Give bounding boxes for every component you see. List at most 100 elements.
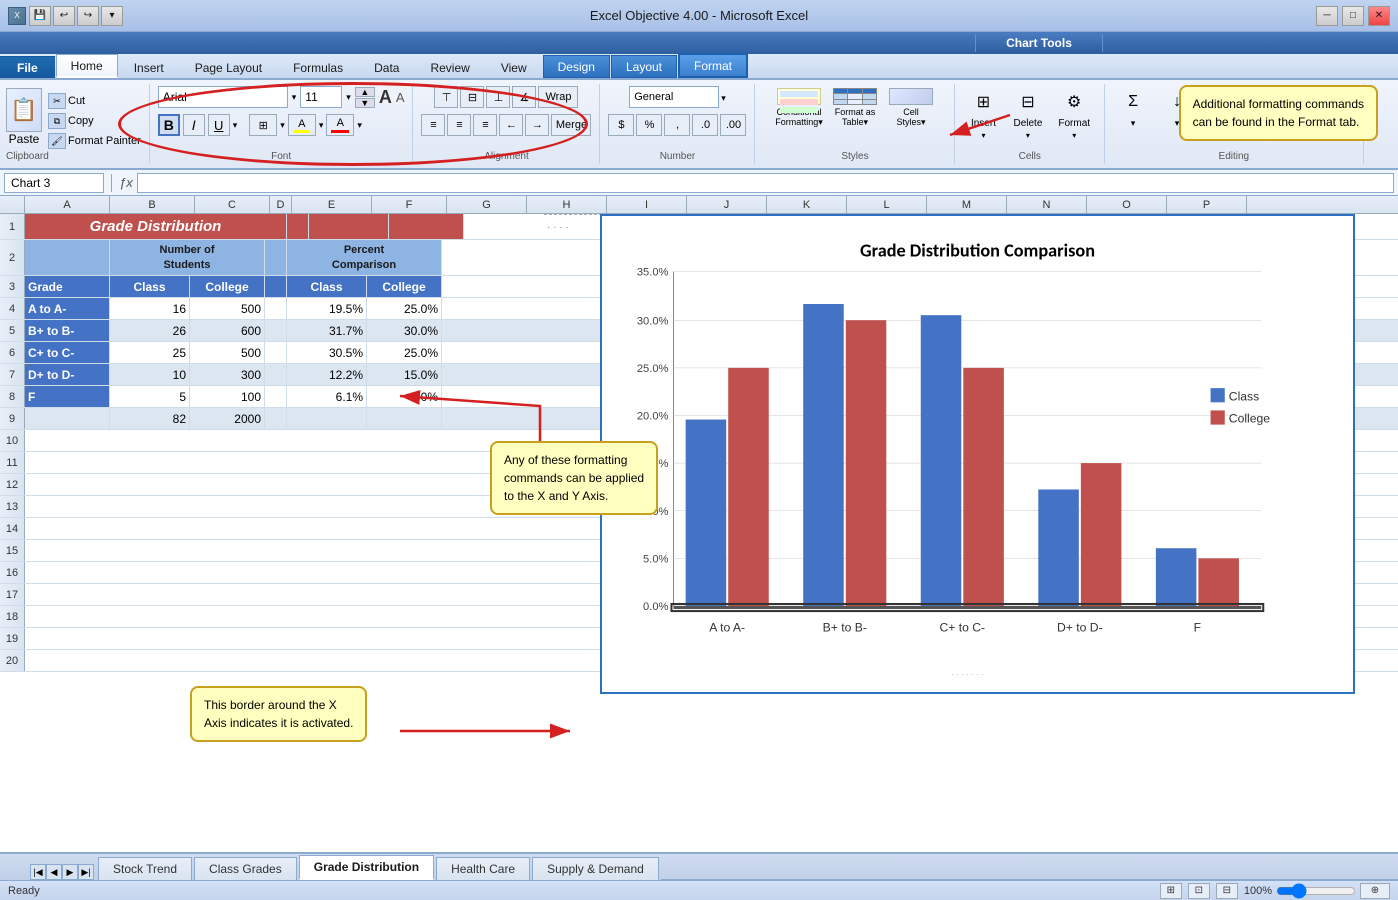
format-as-table-button[interactable]: Format asTable▾ xyxy=(830,86,880,130)
cell-b4[interactable]: 16 xyxy=(110,298,190,319)
cell-g6[interactable] xyxy=(442,342,522,363)
sheet-nav-first[interactable]: |◀ xyxy=(30,864,46,880)
row-header-13[interactable]: 13 xyxy=(0,496,25,517)
tab-data[interactable]: Data xyxy=(359,56,414,78)
cell-e2[interactable]: Percent Comparison xyxy=(287,240,442,275)
insert-cells-button[interactable]: ⊞ Insert ▾ xyxy=(963,86,1003,142)
cell-f9[interactable] xyxy=(367,408,442,429)
cell-f5[interactable]: 30.0% xyxy=(367,320,442,341)
format-cells-button[interactable]: ⚙ Format ▾ xyxy=(1052,86,1096,142)
page-break-view-btn[interactable]: ⊟ xyxy=(1216,883,1238,899)
align-top-btn[interactable]: ⊤ xyxy=(434,86,458,108)
col-header-l[interactable]: L xyxy=(847,196,927,213)
tab-page-layout[interactable]: Page Layout xyxy=(180,56,277,78)
italic-button[interactable]: I xyxy=(183,114,205,136)
zoom-button[interactable]: ⊕ xyxy=(1360,883,1390,899)
sum-button[interactable]: Σ ▾ xyxy=(1113,86,1153,131)
decrease-decimal-btn[interactable]: .00 xyxy=(720,114,746,136)
percent-btn[interactable]: % xyxy=(636,114,662,136)
font-color-button[interactable]: A xyxy=(326,114,354,136)
cell-d6[interactable] xyxy=(265,342,287,363)
cell-f7[interactable]: 15.0% xyxy=(367,364,442,385)
cell-c9[interactable]: 2000 xyxy=(190,408,265,429)
col-header-k[interactable]: K xyxy=(767,196,847,213)
cell-b2[interactable]: Number of Students xyxy=(110,240,265,275)
col-header-h[interactable]: H xyxy=(527,196,607,213)
tab-format[interactable]: Format xyxy=(678,53,748,78)
cell-g4[interactable] xyxy=(442,298,522,319)
cut-button[interactable]: ✂Cut xyxy=(46,92,143,110)
text-angle-btn[interactable]: ∡ xyxy=(512,86,536,108)
wrap-text-btn[interactable]: Wrap xyxy=(538,86,578,108)
shrink-font-btn[interactable]: A xyxy=(396,90,405,105)
cell-f1[interactable] xyxy=(389,214,464,239)
align-bottom-btn[interactable]: ⊥ xyxy=(486,86,510,108)
row-header-9[interactable]: 9 xyxy=(0,408,25,429)
cell-d4[interactable] xyxy=(265,298,287,319)
col-header-f[interactable]: F xyxy=(372,196,447,213)
row-header-12[interactable]: 12 xyxy=(0,474,25,495)
underline-button[interactable]: U xyxy=(208,114,230,136)
cell-c4[interactable]: 500 xyxy=(190,298,265,319)
minimize-button[interactable]: ─ xyxy=(1316,6,1338,26)
cell-a5[interactable]: B+ to B- xyxy=(25,320,110,341)
row-header-6[interactable]: 6 xyxy=(0,342,25,363)
cell-b6[interactable]: 25 xyxy=(110,342,190,363)
cell-styles-button[interactable]: CellStyles▾ xyxy=(886,86,936,130)
page-layout-view-btn[interactable]: ⊡ xyxy=(1188,883,1210,899)
sheet-nav-last[interactable]: ▶| xyxy=(78,864,94,880)
font-color-dropdown[interactable]: ▾ xyxy=(357,120,362,131)
cell-d3[interactable] xyxy=(265,276,287,297)
row-header-8[interactable]: 8 xyxy=(0,386,25,407)
cell-e3[interactable]: Class xyxy=(287,276,367,297)
chart-container[interactable]: Grade Distribution Comparison 0.0% 5.0% … xyxy=(600,214,1355,694)
cell-c6[interactable]: 500 xyxy=(190,342,265,363)
tab-insert[interactable]: Insert xyxy=(119,56,179,78)
fill-color-dropdown[interactable]: ▾ xyxy=(319,120,324,131)
row-header-5[interactable]: 5 xyxy=(0,320,25,341)
col-header-n[interactable]: N xyxy=(1007,196,1087,213)
row-header-16[interactable]: 16 xyxy=(0,562,25,583)
cell-g3[interactable] xyxy=(442,276,522,297)
increase-decimal-btn[interactable]: .0 xyxy=(692,114,718,136)
cell-b5[interactable]: 26 xyxy=(110,320,190,341)
col-header-j[interactable]: J xyxy=(687,196,767,213)
cell-e1[interactable] xyxy=(309,214,389,239)
tab-home[interactable]: Home xyxy=(56,54,118,78)
formula-input[interactable] xyxy=(137,173,1394,193)
cell-f6[interactable]: 25.0% xyxy=(367,342,442,363)
row-header-15[interactable]: 15 xyxy=(0,540,25,561)
cell-d2[interactable] xyxy=(265,240,287,275)
cell-a9[interactable] xyxy=(25,408,110,429)
cell-d8[interactable] xyxy=(265,386,287,407)
cell-a3[interactable]: Grade xyxy=(25,276,110,297)
font-name-dropdown[interactable]: ▾ xyxy=(292,92,297,103)
decrease-font-btn[interactable]: ▼ xyxy=(355,98,375,108)
bold-button[interactable]: B xyxy=(158,114,180,136)
cell-f8[interactable]: 5.0% xyxy=(367,386,442,407)
col-header-d[interactable]: D xyxy=(270,196,292,213)
row-header-1[interactable]: 1 xyxy=(0,214,25,239)
align-right-btn[interactable]: ≡ xyxy=(473,114,497,136)
tab-health-care[interactable]: Health Care xyxy=(436,857,530,880)
cell-b3[interactable]: Class xyxy=(110,276,190,297)
col-header-m[interactable]: M xyxy=(927,196,1007,213)
tab-stock-trend[interactable]: Stock Trend xyxy=(98,857,192,880)
tab-view[interactable]: View xyxy=(486,56,542,78)
col-header-c[interactable]: C xyxy=(195,196,270,213)
col-header-e[interactable]: E xyxy=(292,196,372,213)
customize-quick-access[interactable]: ▾ xyxy=(101,6,123,26)
tab-grade-distribution[interactable]: Grade Distribution xyxy=(299,855,434,880)
cell-g5[interactable] xyxy=(442,320,522,341)
tab-file[interactable]: File xyxy=(0,56,55,78)
row-header-19[interactable]: 19 xyxy=(0,628,25,649)
col-header-i[interactable]: I xyxy=(607,196,687,213)
cell-d5[interactable] xyxy=(265,320,287,341)
cell-a6[interactable]: C+ to C- xyxy=(25,342,110,363)
name-box[interactable]: Chart 3 xyxy=(4,173,104,193)
cell-b7[interactable]: 10 xyxy=(110,364,190,385)
row-header-2[interactable]: 2 xyxy=(0,240,25,275)
col-header-o[interactable]: O xyxy=(1087,196,1167,213)
decrease-indent-btn[interactable]: ← xyxy=(499,114,523,136)
font-size-box[interactable]: 11 xyxy=(300,86,342,108)
